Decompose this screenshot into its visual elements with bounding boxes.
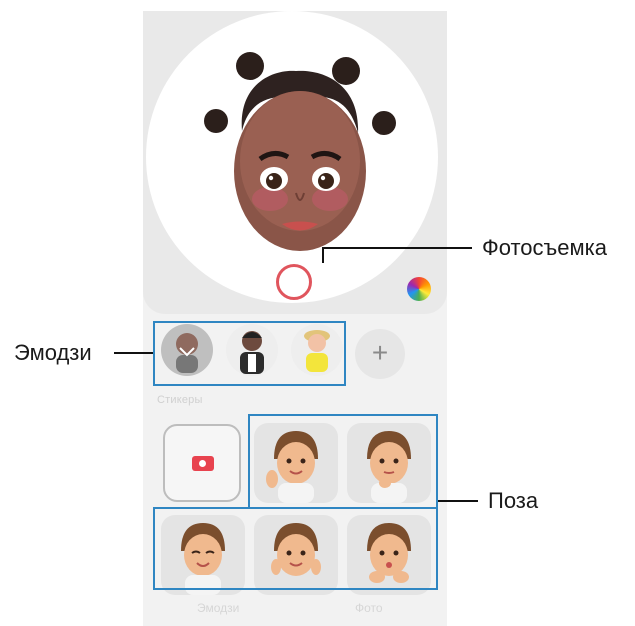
photo-callout-line-vertical bbox=[322, 247, 324, 263]
bottom-tab-bar: Эмодзи Фото bbox=[143, 591, 447, 626]
avatar-face-image bbox=[204, 52, 396, 251]
emoji-callout-line bbox=[114, 352, 153, 354]
photo-callout-label: Фотосъемка bbox=[482, 235, 607, 260]
pose-callout-box-upper bbox=[248, 414, 438, 509]
emoji-callout-label: Эмодзи bbox=[14, 340, 92, 365]
emoji-callout-box bbox=[153, 321, 346, 386]
stickers-label: Стикеры bbox=[157, 394, 203, 406]
pose-camera-button[interactable] bbox=[163, 424, 241, 502]
add-emoji-button[interactable]: + bbox=[355, 329, 405, 379]
color-wheel-icon[interactable] bbox=[407, 277, 431, 301]
shutter-button[interactable] bbox=[276, 264, 312, 300]
tab-emoji[interactable]: Эмодзи bbox=[197, 601, 239, 615]
pose-callout-box-lower bbox=[153, 507, 438, 590]
photo-callout-line bbox=[322, 247, 472, 249]
camera-icon bbox=[192, 456, 214, 471]
avatar-preview bbox=[146, 11, 438, 303]
pose-callout-label: Поза bbox=[488, 488, 539, 513]
pose-callout-line bbox=[438, 500, 478, 502]
camera-preview-area bbox=[143, 11, 447, 314]
tab-photo[interactable]: Фото bbox=[355, 601, 383, 615]
